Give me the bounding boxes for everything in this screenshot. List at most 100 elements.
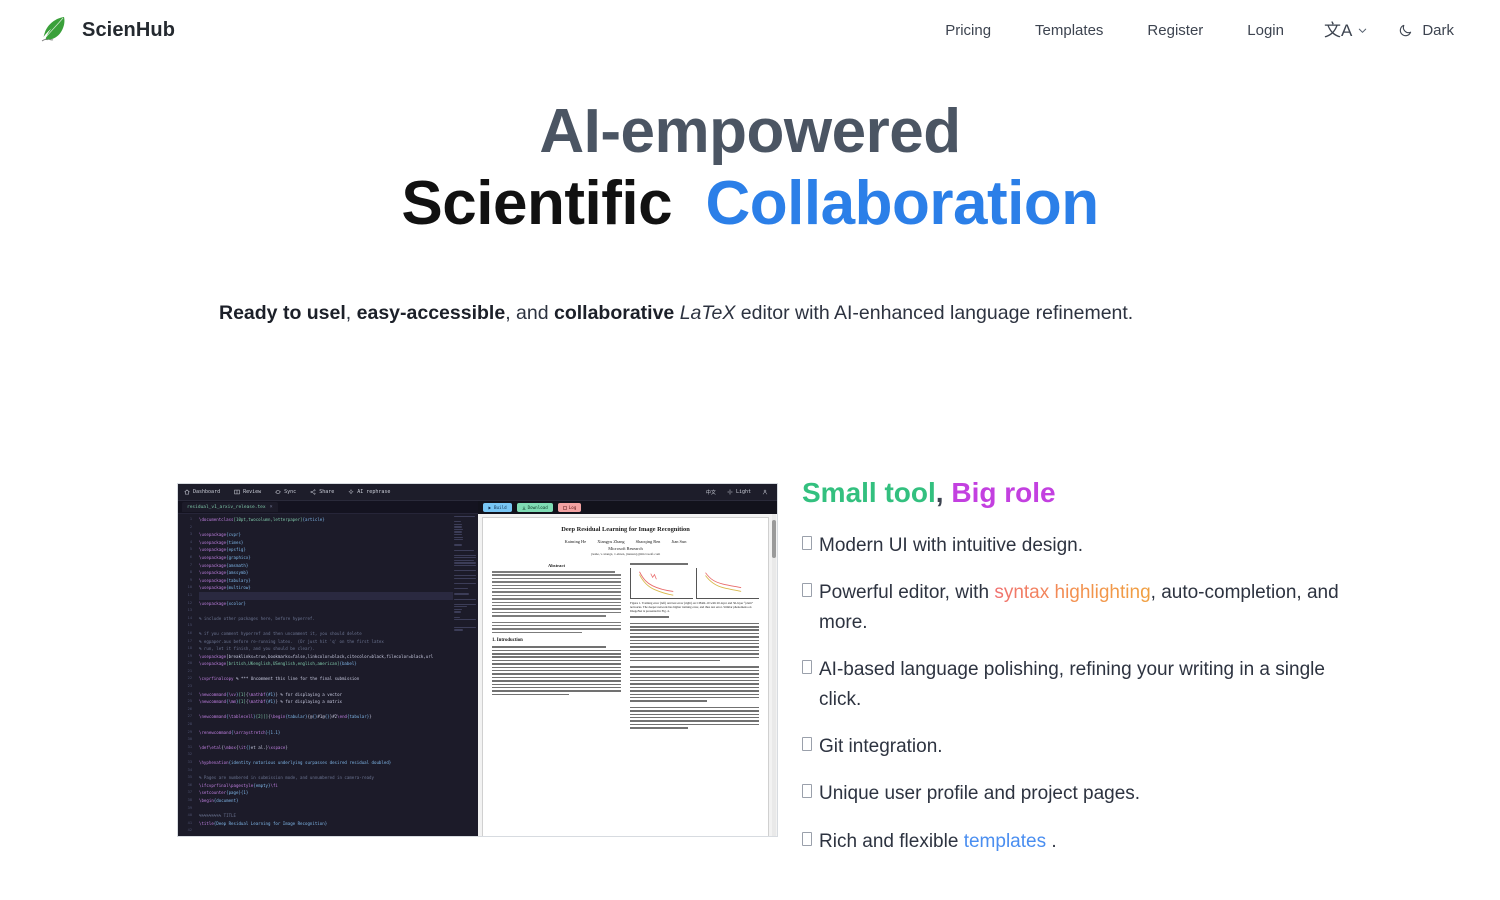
- screenshot-theme-toggle-light[interactable]: Light: [727, 489, 751, 495]
- editor-code-line[interactable]: [199, 622, 453, 630]
- feature-text-post: .: [1046, 830, 1057, 852]
- minimap-line: [454, 591, 455, 592]
- editor-code-line[interactable]: \title{Deep Residual Learning for Image …: [199, 820, 453, 828]
- editor-code-line[interactable]: % if you comment hyperref and then uncom…: [199, 630, 453, 638]
- minimap-line: [454, 616, 461, 618]
- screenshot-language-selector[interactable]: 中文: [706, 489, 716, 496]
- close-icon[interactable]: ×: [270, 504, 273, 510]
- label: Log: [568, 505, 577, 510]
- pdf-two-columns: Abstract 1. Introduction Figure 1. Train…: [492, 563, 759, 729]
- theme-toggle-dark[interactable]: Dark: [1378, 14, 1464, 47]
- editor-code-line[interactable]: [199, 668, 453, 676]
- editor-code-line[interactable]: \newcommand{\vv}[1]{\mathbf{#1}} % for d…: [199, 691, 453, 699]
- editor-code-line[interactable]: % egpaper.aux before re-running latex. (…: [199, 638, 453, 646]
- editor-code-line[interactable]: \ifcvprfinal\pagestyle{empty}\fi: [199, 782, 453, 790]
- editor-code-line[interactable]: \usepackage{multirow}: [199, 584, 453, 592]
- editor-code-line[interactable]: \usepackage{cvpr}: [199, 531, 453, 539]
- screenshot-toolbar-share[interactable]: Share: [310, 489, 334, 495]
- editor-code-line[interactable]: \usepackage{tabulary}: [199, 577, 453, 585]
- editor-code-line[interactable]: [199, 805, 453, 813]
- download-button[interactable]: Download: [516, 503, 553, 512]
- sun-icon: [727, 489, 733, 495]
- editor-code-line[interactable]: \usepackage{graphicx}: [199, 554, 453, 562]
- editor-code-line[interactable]: \cvprfinalcopy % *** Uncomment this line…: [199, 675, 453, 683]
- editor-code-line[interactable]: [199, 721, 453, 729]
- editor-code-line[interactable]: [199, 827, 453, 835]
- minimap-line: [454, 577, 476, 580]
- minimap-line: [454, 534, 463, 536]
- editor-code-line[interactable]: [199, 607, 453, 615]
- nav-item-pricing[interactable]: Pricing: [923, 14, 1013, 47]
- build-icon: [488, 506, 491, 509]
- pdf-scrollbar-thumb[interactable]: [772, 520, 776, 558]
- editor-code-line[interactable]: \usepackage{epsfig}: [199, 546, 453, 554]
- translate-icon: 文A: [1323, 20, 1353, 40]
- screenshot-toolbar-dashboard[interactable]: Dashboard: [184, 489, 220, 495]
- editor-code-line[interactable]: \newcommand{\mm}[1]{\mathbf{#1}} % for d…: [199, 698, 453, 706]
- editor-code-line[interactable]: % include other packages here, before hy…: [199, 615, 453, 623]
- minimap-line: [454, 557, 476, 559]
- editor-code-line[interactable]: [199, 706, 453, 714]
- editor-code-line[interactable]: % run, let it finish, and you should be …: [199, 645, 453, 653]
- subtitle-bold-3: collaborative: [553, 301, 675, 324]
- editor-line-number: 13: [187, 608, 192, 613]
- screenshot-toolbar-sync[interactable]: Sync: [275, 489, 296, 495]
- editor-code-line[interactable]: \usepackage{times}: [199, 539, 453, 547]
- nav-item-login[interactable]: Login: [1225, 14, 1306, 47]
- feature-text: Powerful editor, with syntax highlightin…: [819, 578, 1342, 637]
- editor-line-number: 21: [187, 668, 192, 673]
- editor-code-line[interactable]: [199, 835, 453, 836]
- editor-code-line[interactable]: \begin{document}: [199, 797, 453, 805]
- minimap-line: [454, 516, 476, 518]
- feature-item-templates: Rich and flexible templates .: [802, 827, 1342, 856]
- pdf-abstract-body-2: [492, 621, 621, 634]
- editor-minimap[interactable]: [453, 514, 478, 836]
- screenshot-toolbar-ai-rephrase[interactable]: AI rephrase: [348, 489, 390, 495]
- editor-source-code[interactable]: \documentclass[10pt,twocolumn,letterpape…: [195, 514, 453, 836]
- editor-file-tab[interactable]: residual_v1_arxiv_release.tex ×: [182, 502, 278, 512]
- pdf-abstract-body: [492, 571, 621, 617]
- pdf-scrollbar-track[interactable]: [772, 514, 776, 836]
- editor-code-line[interactable]: \documentclass[10pt,twocolumn,letterpape…: [199, 516, 453, 524]
- minimap-line: [454, 580, 455, 581]
- language-selector[interactable]: 文A: [1306, 14, 1378, 47]
- editor-code-line[interactable]: [199, 751, 453, 759]
- editor-code-line[interactable]: \renewcommand{\arraystretch}{1.1}: [199, 729, 453, 737]
- editor-code-line[interactable]: \newcommand{\tablecell}[2][]{\begin{tabu…: [199, 713, 453, 721]
- editor-code-line[interactable]: \usepackage[breaklinks=true,bookmarks=fa…: [199, 653, 453, 661]
- hero-subtitle: Ready to usel, easy-accessible, and coll…: [219, 298, 1179, 329]
- editor-code-line[interactable]: \usepackage{xcolor}: [199, 600, 453, 608]
- editor-code-line[interactable]: [199, 591, 453, 600]
- screenshot-user-avatar[interactable]: [762, 489, 768, 495]
- brand-logo-link[interactable]: ScienHub: [36, 13, 175, 47]
- editor-code-line[interactable]: \usepackage[british,UKenglish,USenglish,…: [199, 660, 453, 668]
- editor-code-line[interactable]: [199, 767, 453, 775]
- editor-code-line[interactable]: \hyphenation{identity notorious underlyi…: [199, 759, 453, 767]
- editor-code-line[interactable]: %%%%%%%%% TITLE: [199, 812, 453, 820]
- screenshot-toolbar-review[interactable]: Review: [234, 489, 261, 495]
- editor-code-area[interactable]: 1 2 3 4 5 6 7 8 9 10 11 12 13 14 15 16 17 18 19 20 21 22 23 24 2…: [178, 514, 478, 836]
- minimap-line: [454, 568, 455, 569]
- editor-code-line[interactable]: [199, 524, 453, 532]
- editor-code-line[interactable]: \usepackage{amsmath}: [199, 562, 453, 570]
- feature-text: Unique user profile and project pages.: [819, 783, 1141, 805]
- editor-code-line[interactable]: \setcounter{page}{1}: [199, 789, 453, 797]
- editor-code-line[interactable]: \def\etal{\mbox{\it{}et al.}\xspace}: [199, 744, 453, 752]
- share-icon: [310, 489, 316, 495]
- editor-line-number: 33: [187, 760, 192, 764]
- subtitle-latex: LaTeX: [679, 301, 736, 324]
- syntax-highlighting-link[interactable]: syntax highlighting: [994, 582, 1150, 603]
- editor-code-line[interactable]: % Pages are numbered in submission mode,…: [199, 774, 453, 782]
- minimap-line: [454, 583, 476, 585]
- nav-item-templates[interactable]: Templates: [1013, 14, 1125, 47]
- pdf-scroll-area[interactable]: Deep Residual Learning for Image Recogni…: [478, 514, 777, 836]
- editor-code-line[interactable]: [199, 683, 453, 691]
- log-button[interactable]: Log: [557, 503, 582, 512]
- pdf-figure-1: [630, 567, 759, 599]
- pdf-page: Deep Residual Learning for Image Recogni…: [482, 517, 769, 836]
- build-button[interactable]: Build: [483, 503, 512, 512]
- editor-code-line[interactable]: \usepackage{amssymb}: [199, 569, 453, 577]
- nav-item-register[interactable]: Register: [1125, 14, 1225, 47]
- editor-code-line[interactable]: [199, 736, 453, 744]
- templates-link[interactable]: templates: [964, 831, 1046, 852]
